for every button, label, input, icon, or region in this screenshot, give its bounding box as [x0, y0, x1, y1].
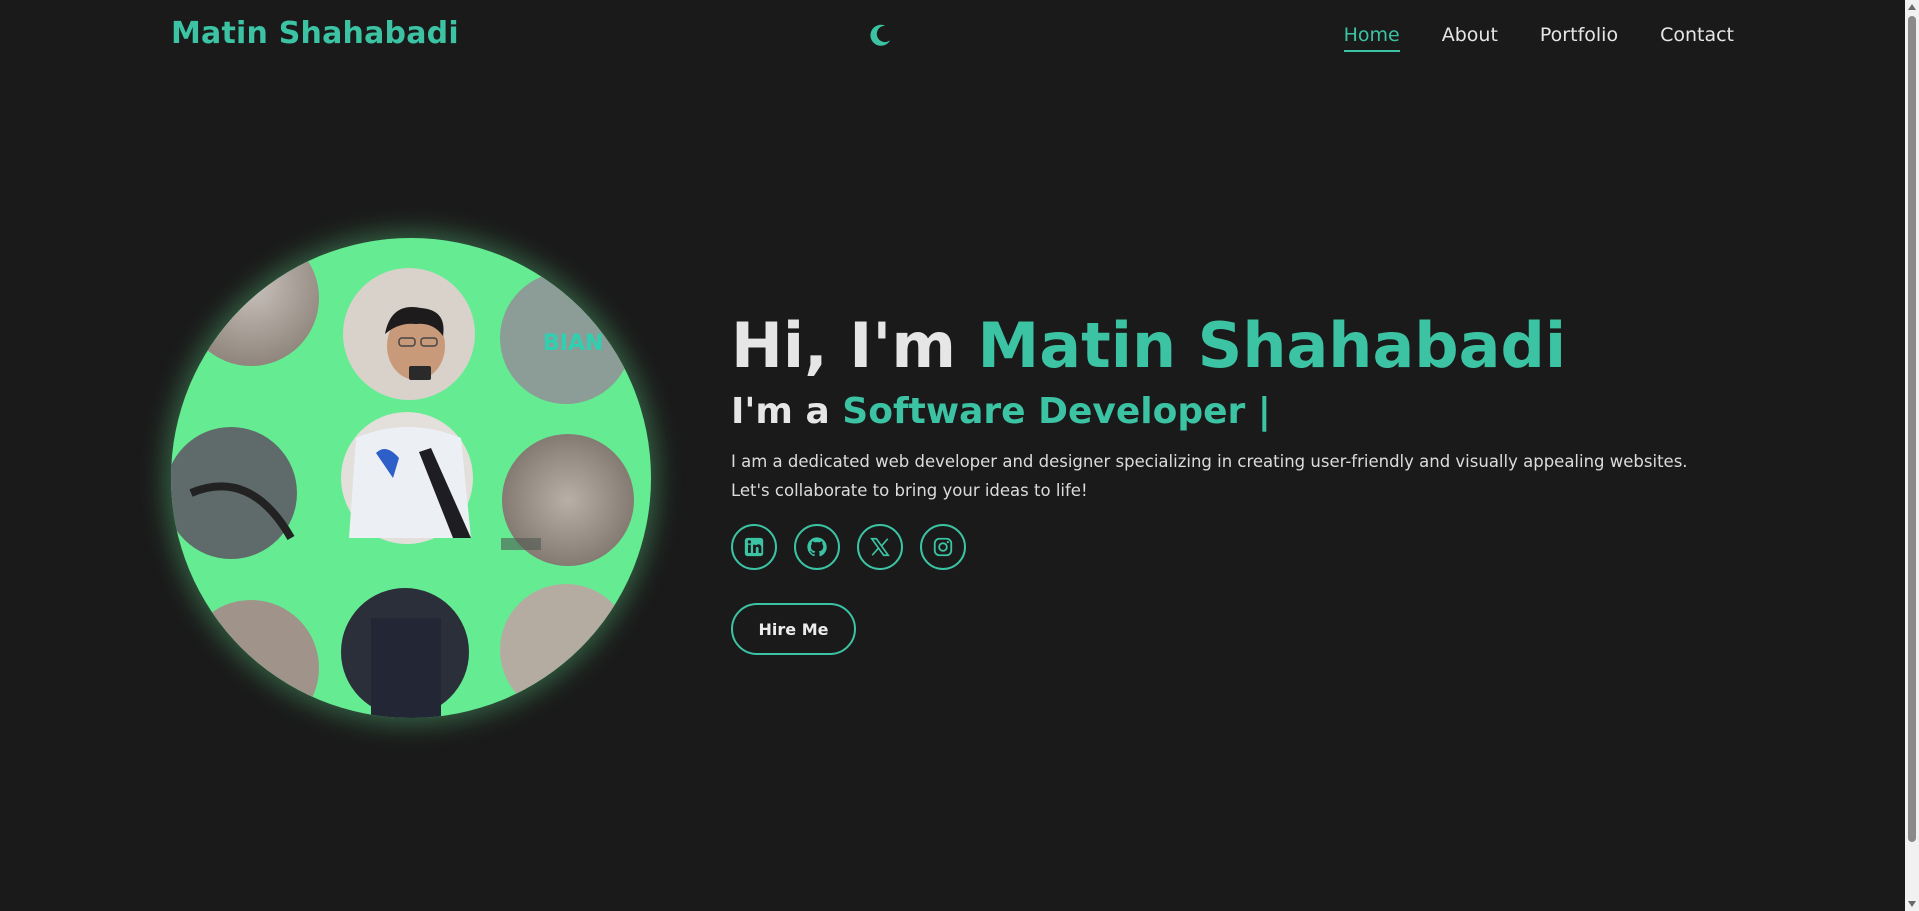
hero-role: I'm a Software Developer | — [731, 389, 1731, 435]
hero-name: Matin Shahabadi — [977, 309, 1567, 382]
role-title: Software Developer | — [842, 391, 1271, 432]
hero-section: Hi, I'm Matin Shahabadi I'm a Software D… — [731, 305, 1731, 655]
role-prefix: I'm a — [731, 391, 843, 432]
x-twitter-link[interactable] — [857, 524, 903, 570]
instagram-icon — [933, 537, 953, 557]
page-scrollbar[interactable] — [1905, 0, 1919, 911]
moon-icon — [870, 24, 891, 46]
photo-sign-text: BIAN — [543, 331, 603, 356]
github-icon — [807, 537, 827, 557]
nav-portfolio-link[interactable]: Portfolio — [1540, 24, 1618, 50]
instagram-link[interactable] — [920, 524, 966, 570]
nav-contact-link[interactable]: Contact — [1660, 24, 1734, 50]
social-links — [731, 524, 1731, 570]
profile-photo: BIAN — [171, 238, 651, 718]
site-logo[interactable]: Matin Shahabadi — [171, 16, 459, 51]
linkedin-icon — [744, 537, 764, 557]
greeting-prefix: Hi, I'm — [731, 309, 978, 382]
github-link[interactable] — [794, 524, 840, 570]
linkedin-link[interactable] — [731, 524, 777, 570]
nav-about-link[interactable]: About — [1442, 24, 1498, 50]
hero-greeting: Hi, I'm Matin Shahabadi — [731, 305, 1731, 387]
hero-bio: I am a dedicated web developer and desig… — [731, 452, 1688, 500]
scroll-up-arrow-icon[interactable] — [1908, 4, 1916, 10]
scroll-down-arrow-icon[interactable] — [1908, 901, 1916, 907]
x-twitter-icon — [870, 537, 890, 557]
nav-home-link[interactable]: Home — [1343, 24, 1400, 52]
site-header: Matin Shahabadi Home About Portfolio Con… — [0, 0, 1905, 74]
main-nav: Home About Portfolio Contact — [1343, 24, 1734, 52]
hire-me-button[interactable]: Hire Me — [731, 603, 856, 655]
scrollbar-thumb[interactable] — [1908, 16, 1916, 842]
theme-toggle-button[interactable] — [866, 22, 894, 50]
